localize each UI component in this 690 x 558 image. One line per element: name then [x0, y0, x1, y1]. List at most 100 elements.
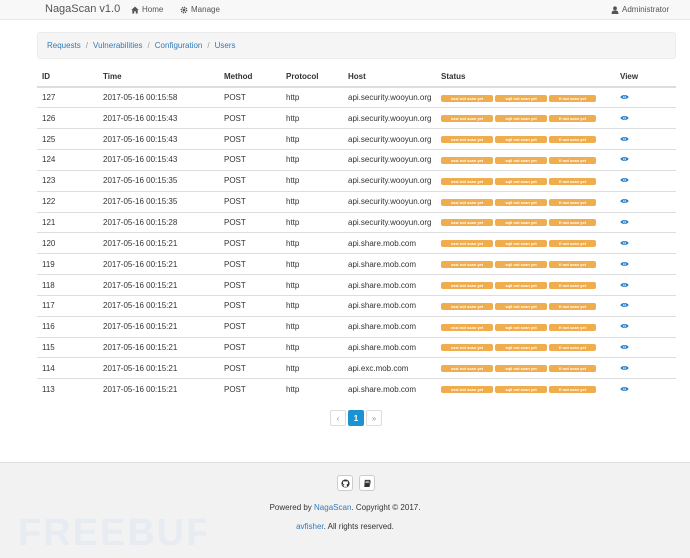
eye-icon[interactable] [620, 261, 629, 267]
cell-id: 118 [37, 274, 98, 296]
cell-id: 115 [37, 336, 98, 358]
pagination-page-1[interactable]: 1 [348, 410, 364, 426]
cell-time: 2017-05-16 00:15:35 [98, 190, 219, 213]
eye-icon[interactable] [620, 282, 629, 288]
eye-icon[interactable] [620, 302, 629, 308]
cell-host: api.share.mob.com [343, 315, 436, 338]
status-badge: xssi not scan yet [441, 198, 493, 206]
cell-protocol: http [281, 294, 343, 317]
table-row[interactable]: 122 2017-05-16 00:15:35 POST http api.securi… [37, 190, 676, 213]
eye-icon[interactable] [620, 198, 629, 204]
header-protocol: Protocol [281, 67, 343, 88]
table-row[interactable]: 114 2017-05-16 00:15:21 POST http api.exc.mo… [37, 357, 676, 379]
nav-user-menu[interactable]: Administrator [611, 5, 669, 14]
eye-icon[interactable] [620, 219, 629, 225]
table-row[interactable]: 116 2017-05-16 00:15:21 POST http api.share.… [37, 315, 676, 338]
cell-method: POST [219, 274, 281, 296]
cell-host: api.security.wooyun.org [343, 149, 436, 171]
cell-status: xssi not scan yet sqli not scan yet fi not… [436, 107, 615, 129]
nav-home-label: Home [142, 5, 164, 14]
table-row[interactable]: 118 2017-05-16 00:15:21 POST http api.share.… [37, 274, 676, 296]
cell-protocol: http [281, 253, 343, 275]
eye-icon[interactable] [620, 323, 629, 329]
nav-manage[interactable]: Manage [180, 5, 220, 14]
status-badge: xssi not scan yet [441, 344, 493, 352]
table-body: 127 2017-05-16 00:15:58 POST http api.securi… [37, 86, 676, 400]
status-badge: fi not scan yet [549, 240, 596, 248]
cell-host: api.share.mob.com [343, 274, 436, 296]
cell-status: xssi not scan yet sqli not scan yet fi not… [436, 211, 615, 233]
cell-status: xssi not scan yet sqli not scan yet fi not… [436, 253, 615, 275]
svg-text:FREEBUF: FREEBUF [18, 512, 206, 551]
eye-icon[interactable] [620, 156, 629, 162]
eye-icon[interactable] [620, 240, 629, 246]
cell-id: 126 [37, 107, 98, 129]
breadcrumb-configuration[interactable]: Configuration [155, 41, 203, 50]
status-badge: fi not scan yet [549, 115, 596, 123]
cell-method: POST [219, 357, 281, 379]
table-row[interactable]: 126 2017-05-16 00:15:43 POST http api.securi… [37, 107, 676, 129]
cell-status: xssi not scan yet sqli not scan yet fi not… [436, 232, 615, 254]
cell-protocol: http [281, 107, 343, 129]
cell-protocol: http [281, 149, 343, 171]
table-row[interactable]: 120 2017-05-16 00:15:21 POST http api.share.… [37, 232, 676, 254]
cell-id: 127 [37, 86, 98, 108]
freebuf-watermark: FREEBUF [16, 511, 206, 551]
status-badge: xssi not scan yet [441, 386, 493, 394]
eye-icon[interactable] [620, 365, 629, 371]
eye-icon[interactable] [620, 177, 629, 183]
cell-id: 124 [37, 149, 98, 171]
eye-icon[interactable] [620, 136, 629, 142]
status-badge: fi not scan yet [549, 219, 596, 227]
footer-nagascan-link[interactable]: NagaScan [314, 503, 351, 512]
eye-icon[interactable] [620, 386, 629, 392]
cell-view [615, 294, 676, 317]
breadcrumb-requests[interactable]: Requests [47, 41, 81, 50]
cell-time: 2017-05-16 00:15:43 [98, 128, 219, 150]
cell-id: 119 [37, 253, 98, 275]
brand[interactable]: NagaScan v1.0 [45, 3, 120, 15]
table-row[interactable]: 123 2017-05-16 00:15:35 POST http api.securi… [37, 169, 676, 192]
eye-icon[interactable] [620, 344, 629, 350]
cell-view [615, 315, 676, 338]
status-badge: xssi not scan yet [441, 261, 493, 269]
table-row[interactable]: 113 2017-05-16 00:15:21 POST http api.share.… [37, 378, 676, 400]
cell-id: 123 [37, 169, 98, 192]
table-row[interactable]: 115 2017-05-16 00:15:21 POST http api.share.… [37, 336, 676, 358]
cell-status: xssi not scan yet sqli not scan yet fi not… [436, 294, 615, 317]
eye-icon[interactable] [620, 115, 629, 121]
eye-icon[interactable] [620, 94, 629, 100]
table-row[interactable]: 121 2017-05-16 00:15:28 POST http api.securi… [37, 211, 676, 233]
breadcrumb-separator: / [207, 41, 210, 50]
nav-home[interactable]: Home [131, 5, 163, 14]
cell-host: api.security.wooyun.org [343, 211, 436, 233]
table-row[interactable]: 117 2017-05-16 00:15:21 POST http api.share.… [37, 294, 676, 317]
github-button[interactable] [337, 475, 353, 491]
status-badge: xssi not scan yet [441, 94, 493, 102]
pagination-prev[interactable]: ‹ [330, 410, 346, 426]
footer-author-link[interactable]: avfisher [296, 522, 324, 531]
table-row[interactable]: 124 2017-05-16 00:15:43 POST http api.securi… [37, 149, 676, 171]
table-row[interactable]: 119 2017-05-16 00:15:21 POST http api.share.… [37, 253, 676, 275]
cell-protocol: http [281, 169, 343, 192]
cell-method: POST [219, 107, 281, 129]
cell-host: api.security.wooyun.org [343, 169, 436, 192]
breadcrumb-vulnerabilities[interactable]: Vulnerabilities [93, 41, 143, 50]
status-badge: xssi not scan yet [441, 156, 493, 164]
table-row[interactable]: 125 2017-05-16 00:15:43 POST http api.securi… [37, 128, 676, 150]
status-badge: fi not scan yet [549, 136, 596, 143]
docs-button[interactable] [359, 475, 375, 491]
table-row[interactable]: 127 2017-05-16 00:15:58 POST http api.securi… [37, 86, 676, 108]
cell-view [615, 211, 676, 233]
breadcrumb-users[interactable]: Users [215, 41, 236, 50]
cell-id: 113 [37, 378, 98, 400]
status-badge: fi not scan yet [549, 198, 596, 206]
status-badge: xssi not scan yet [441, 240, 493, 248]
cell-time: 2017-05-16 00:15:58 [98, 86, 219, 108]
status-badge: sqli not scan yet [495, 136, 547, 143]
status-badge: xssi not scan yet [441, 136, 493, 143]
status-badge: fi not scan yet [549, 281, 596, 289]
cell-time: 2017-05-16 00:15:21 [98, 253, 219, 275]
cell-method: POST [219, 315, 281, 338]
pagination-next[interactable]: » [366, 410, 382, 426]
